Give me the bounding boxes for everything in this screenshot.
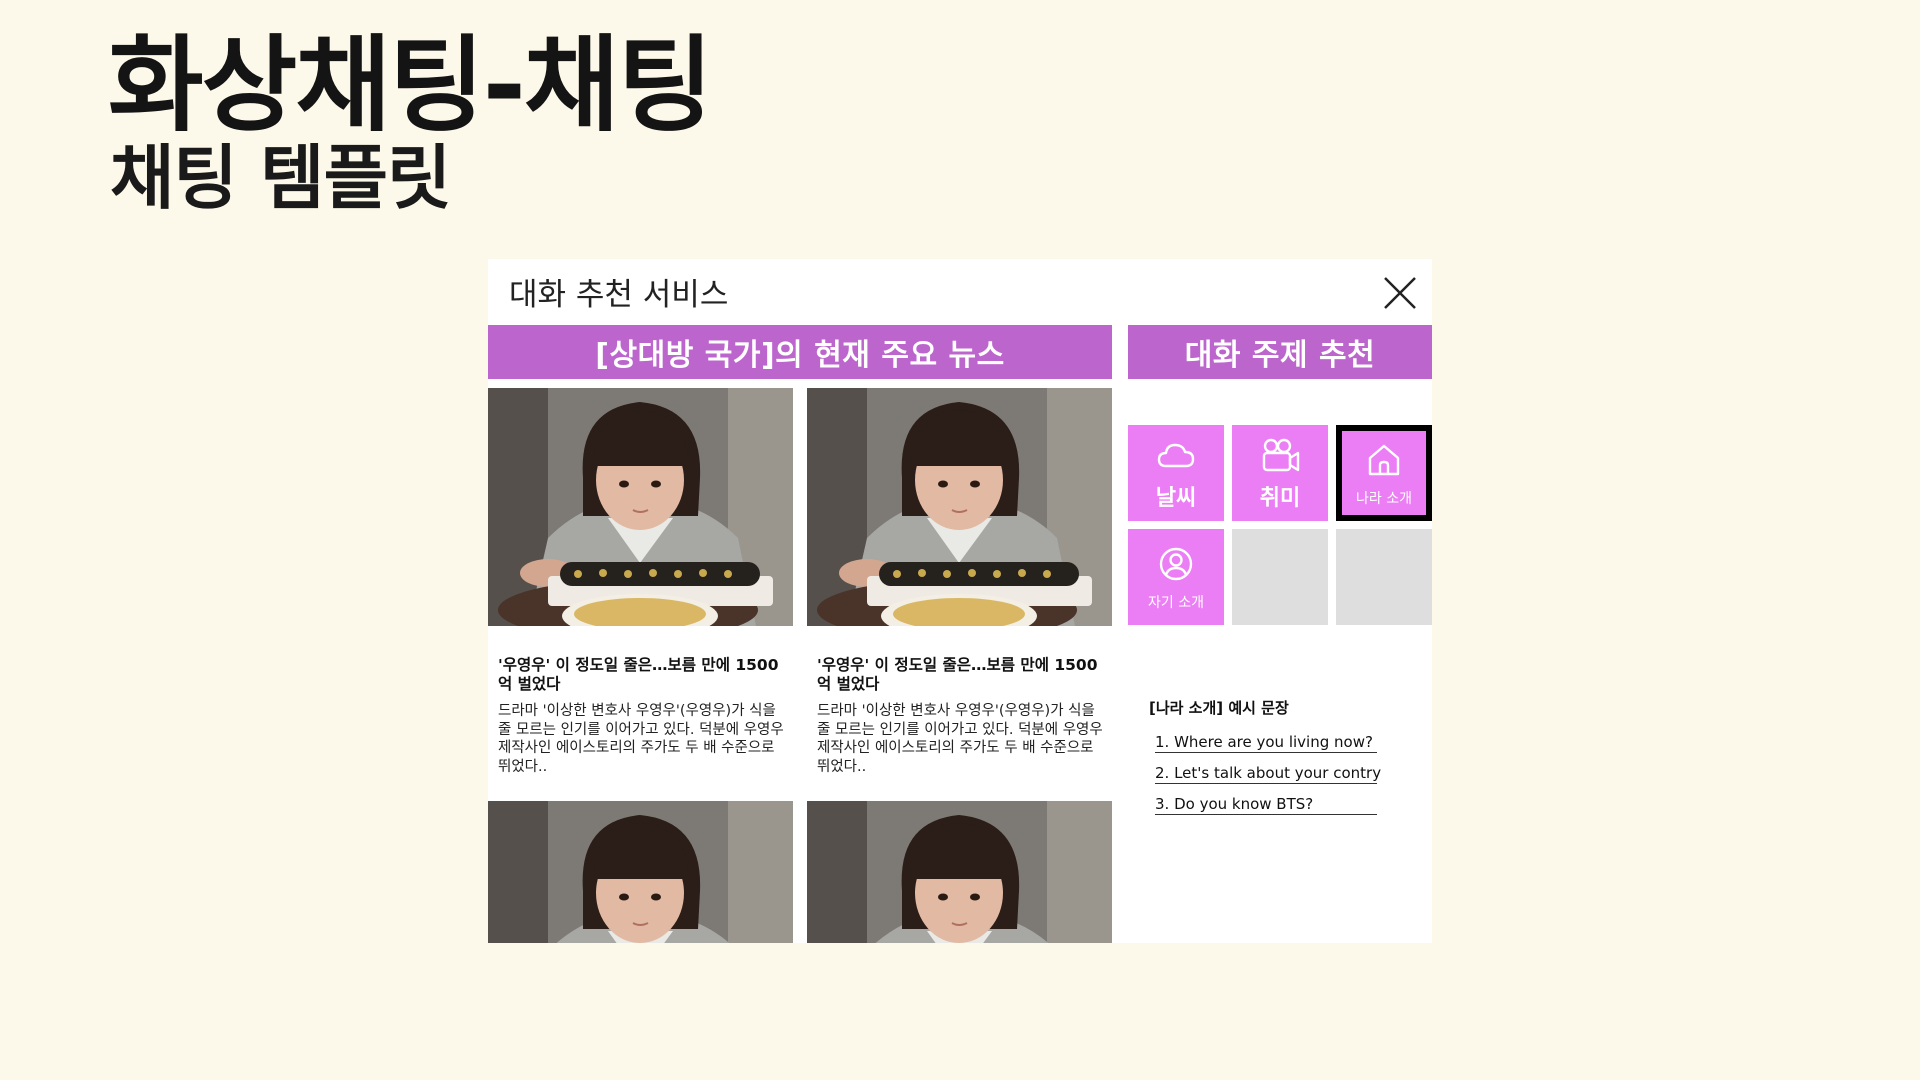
news-section-header: [상대방 국가]의 현재 주요 뉴스	[488, 325, 1112, 379]
topic-label: 자기 소개	[1148, 595, 1204, 611]
news-headline: '우영우' 이 정도일 줄은…보름 만에 1500억 벌었다	[498, 656, 779, 693]
example-title: [나라 소개] 예시 문장	[1149, 699, 1289, 717]
news-card[interactable]	[807, 801, 1112, 943]
topic-label: 나라 소개	[1356, 491, 1412, 507]
example-sentence[interactable]: 3. Do you know BTS?	[1155, 795, 1377, 815]
news-headline: '우영우' 이 정도일 줄은…보름 만에 1500억 벌었다	[817, 656, 1098, 693]
home-icon	[1368, 444, 1400, 476]
topic-label: 날씨	[1155, 486, 1197, 511]
cloud-icon	[1157, 443, 1195, 468]
close-button[interactable]	[1380, 273, 1420, 313]
topic-section-header: 대화 주제 추천	[1128, 325, 1432, 379]
user-circle-icon	[1159, 547, 1193, 581]
news-summary: 드라마 '이상한 변호사 우영우'(우영우)가 식을 줄 모르는 인기를 이어가…	[498, 703, 784, 775]
panel-title: 대화 추천 서비스	[509, 277, 729, 313]
news-thumbnail	[488, 388, 793, 626]
close-icon	[1384, 277, 1416, 309]
empty-topic-slot	[1232, 529, 1328, 625]
slide-title: 화상채팅-채팅	[108, 24, 713, 146]
example-sentence[interactable]: 1. Where are you living now?	[1155, 733, 1377, 753]
example-sentences-box: [나라 소개] 예시 문장 1. Where are you living no…	[1128, 677, 1400, 885]
slide-subtitle: 채팅 템플릿	[110, 137, 451, 219]
video-camera-icon	[1262, 438, 1300, 472]
topic-hobby-button[interactable]: 취미	[1232, 425, 1328, 521]
news-photo	[488, 388, 793, 626]
news-photo	[807, 801, 1112, 943]
news-summary: 드라마 '이상한 변호사 우영우'(우영우)가 식을 줄 모르는 인기를 이어가…	[817, 703, 1103, 775]
topic-country-intro-button[interactable]: 나라 소개	[1336, 425, 1432, 521]
example-sentence[interactable]: 2. Let's talk about your contry	[1155, 764, 1381, 784]
conversation-recommend-panel: 대화 추천 서비스 [상대방 국가]의 현재 주요 뉴스 대화 주제 추천 '우…	[488, 259, 1432, 943]
news-card[interactable]	[488, 801, 793, 943]
topic-weather-button[interactable]: 날씨	[1128, 425, 1224, 521]
news-photo	[488, 801, 793, 943]
news-card[interactable]: '우영우' 이 정도일 줄은…보름 만에 1500억 벌었다 드라마 '이상한 …	[807, 388, 1112, 788]
news-card[interactable]: '우영우' 이 정도일 줄은…보름 만에 1500억 벌었다 드라마 '이상한 …	[488, 388, 793, 788]
topic-label: 취미	[1259, 486, 1301, 511]
empty-topic-slot	[1336, 529, 1432, 625]
news-thumbnail	[807, 801, 1112, 943]
news-photo	[807, 388, 1112, 626]
news-thumbnail	[807, 388, 1112, 626]
topic-self-intro-button[interactable]: 자기 소개	[1128, 529, 1224, 625]
news-thumbnail	[488, 801, 793, 943]
